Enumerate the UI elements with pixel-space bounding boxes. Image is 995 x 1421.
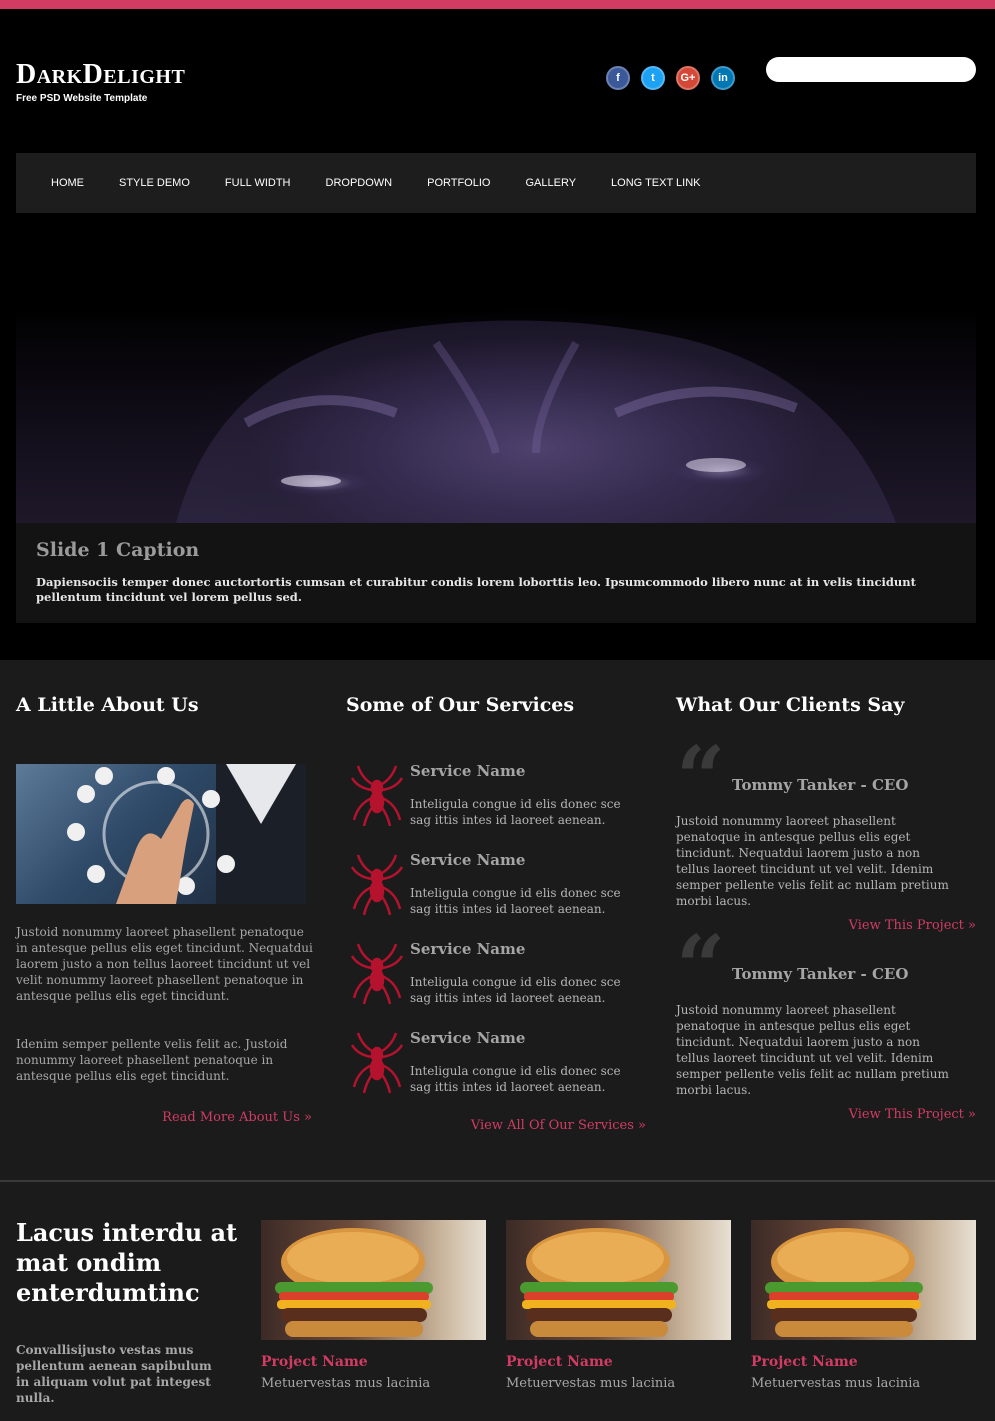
nav-home[interactable]: HOME bbox=[51, 177, 84, 189]
project-card[interactable]: Project Name Metuervestas mus lacinia bbox=[261, 1220, 486, 1391]
slide-caption-text: Dapiensociis temper donec auctortortis c… bbox=[36, 575, 916, 604]
project-card[interactable]: Project Name Metuervestas mus lacinia bbox=[751, 1220, 976, 1391]
services-heading: Some of Our Services bbox=[346, 694, 575, 716]
linkedin-icon[interactable]: in bbox=[711, 66, 735, 90]
read-more-about-link[interactable]: Read More About Us » bbox=[16, 1110, 316, 1125]
hero-slide-image bbox=[16, 213, 976, 523]
about-heading: A Little About Us bbox=[16, 694, 199, 716]
quote-icon: “ bbox=[676, 728, 726, 829]
testimonial: “ Tommy Tanker - CEO Justoid nonummy lao… bbox=[676, 925, 976, 1136]
testimonial-author: Tommy Tanker - CEO bbox=[732, 776, 909, 794]
service-item: Service Name Inteligula congue id elis d… bbox=[346, 1025, 646, 1114]
site-tagline: Free PSD Website Template bbox=[16, 93, 148, 104]
portfolio-heading: Lacus interdu at mat ondim enterdumtinc bbox=[16, 1218, 238, 1307]
slide-caption: Slide 1 Caption Dapiensociis temper done… bbox=[16, 523, 976, 623]
service-item: Service Name Inteligula congue id elis d… bbox=[346, 847, 646, 936]
testimonial-author: Tommy Tanker - CEO bbox=[732, 965, 909, 983]
project-name[interactable]: Project Name bbox=[261, 1354, 486, 1370]
view-all-services-link[interactable]: View All Of Our Services » bbox=[346, 1118, 646, 1133]
search-input[interactable] bbox=[766, 57, 976, 82]
service-description: Inteligula congue id elis donec sce sag … bbox=[410, 886, 621, 916]
service-item: Service Name Inteligula congue id elis d… bbox=[346, 936, 646, 1025]
service-item: Service Name Inteligula congue id elis d… bbox=[346, 758, 646, 847]
service-name: Service Name bbox=[410, 940, 526, 958]
nav-style-demo[interactable]: STYLE DEMO bbox=[119, 177, 190, 189]
project-description: Metuervestas mus lacinia bbox=[751, 1376, 921, 1391]
project-image[interactable] bbox=[751, 1220, 976, 1340]
service-name: Service Name bbox=[410, 1029, 526, 1047]
project-description: Metuervestas mus lacinia bbox=[506, 1376, 676, 1391]
twitter-icon[interactable]: t bbox=[641, 66, 665, 90]
spider-icon bbox=[350, 854, 404, 915]
clients-heading: What Our Clients Say bbox=[676, 694, 905, 716]
spider-icon bbox=[350, 765, 404, 826]
project-description: Metuervestas mus lacinia bbox=[261, 1376, 431, 1391]
project-card[interactable]: Project Name Metuervestas mus lacinia bbox=[506, 1220, 731, 1391]
burger-illustration bbox=[765, 1228, 923, 1337]
burger-illustration bbox=[520, 1228, 678, 1337]
about-paragraph-1: Justoid nonummy laoreet phasellent penat… bbox=[16, 925, 313, 1003]
nav-portfolio[interactable]: PORTFOLIO bbox=[427, 177, 490, 189]
nav-long-text-link[interactable]: LONG TEXT LINK bbox=[611, 177, 700, 189]
service-description: Inteligula congue id elis donec sce sag … bbox=[410, 975, 621, 1005]
quote-icon: “ bbox=[676, 917, 726, 1018]
service-name: Service Name bbox=[410, 762, 526, 780]
portfolio-blurb: Convallisijusto vestas mus pellentum aen… bbox=[16, 1343, 212, 1405]
facebook-icon[interactable]: f bbox=[606, 66, 630, 90]
google-plus-icon[interactable]: G+ bbox=[676, 66, 700, 90]
service-description: Inteligula congue id elis donec sce sag … bbox=[410, 797, 621, 827]
content-section: A Little About Us Justoid nonummy laoree… bbox=[0, 660, 995, 1180]
testimonial-text: Justoid nonummy laoreet phasellent penat… bbox=[676, 814, 949, 908]
project-name[interactable]: Project Name bbox=[751, 1354, 976, 1370]
view-project-link[interactable]: View This Project » bbox=[849, 1107, 976, 1122]
nav-dropdown[interactable]: DROPDOWN bbox=[326, 177, 393, 189]
nav-full-width[interactable]: FULL WIDTH bbox=[225, 177, 291, 189]
project-image[interactable] bbox=[506, 1220, 731, 1340]
nav-gallery[interactable]: GALLERY bbox=[525, 177, 576, 189]
project-image[interactable] bbox=[261, 1220, 486, 1340]
service-description: Inteligula congue id elis donec sce sag … bbox=[410, 1064, 621, 1094]
business-network-illustration bbox=[67, 764, 306, 904]
main-nav: HOME STYLE DEMO FULL WIDTH DROPDOWN PORT… bbox=[16, 153, 976, 213]
spider-icon bbox=[350, 943, 404, 1004]
project-name[interactable]: Project Name bbox=[506, 1354, 731, 1370]
view-project-link[interactable]: View This Project » bbox=[849, 918, 976, 933]
top-accent-bar bbox=[0, 0, 995, 9]
burger-illustration bbox=[275, 1228, 433, 1337]
site-logo[interactable]: DarkDelight bbox=[16, 59, 185, 91]
testimonial-text: Justoid nonummy laoreet phasellent penat… bbox=[676, 1003, 949, 1097]
slide-caption-title: Slide 1 Caption bbox=[36, 539, 200, 561]
services-column: Some of Our Services Service Name Inteli… bbox=[346, 694, 646, 1133]
clients-column: What Our Clients Say “ Tommy Tanker - CE… bbox=[676, 694, 976, 1136]
spider-icon bbox=[350, 1032, 404, 1093]
service-name: Service Name bbox=[410, 851, 526, 869]
about-paragraph-2: Idenim semper pellente velis felit ac. J… bbox=[16, 1037, 288, 1083]
portfolio-section: Lacus interdu at mat ondim enterdumtinc … bbox=[0, 1182, 995, 1421]
social-links: f t G+ in bbox=[606, 66, 735, 90]
about-image bbox=[16, 764, 306, 904]
about-column: A Little About Us Justoid nonummy laoree… bbox=[16, 694, 316, 1125]
hero-face-illustration bbox=[176, 320, 896, 523]
